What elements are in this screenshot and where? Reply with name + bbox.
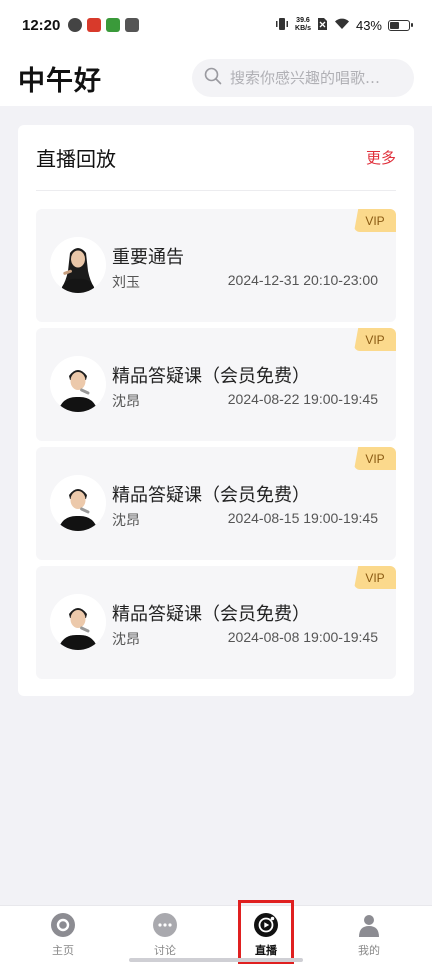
top-header: 中午好	[0, 50, 432, 106]
person-icon	[356, 912, 382, 938]
vibrate-icon	[275, 17, 289, 34]
vip-badge: VIP	[354, 447, 396, 470]
wifi-icon	[334, 17, 350, 33]
nav-label: 我的	[358, 944, 380, 957]
app-notification-icon	[87, 18, 102, 32]
highlight-box	[238, 900, 294, 964]
app-notification-icon	[106, 18, 121, 32]
section-title: 直播回放	[36, 147, 116, 171]
live-replay-card: 直播回放 更多 VIP 重要通告 刘玉 2024-12-31 20:10-23:…	[18, 125, 414, 696]
battery-percent: 43%	[355, 17, 382, 33]
replay-time: 2024-08-08 19:00-19:45	[227, 629, 378, 645]
replay-time: 2024-12-31 20:10-23:00	[227, 272, 378, 288]
replay-item[interactable]: VIP 精品答疑课（会员免费） 沈昂 2024-08-22 19:00-19:4…	[36, 328, 396, 441]
app-notification-icon	[68, 18, 83, 32]
app-notification-icon	[125, 18, 140, 32]
notification-icons	[68, 18, 140, 32]
nav-label: 主页	[52, 944, 74, 957]
network-speed-unit: KB/s	[295, 25, 311, 32]
nav-profile[interactable]: 我的	[339, 912, 399, 962]
bottom-nav: 主页 讨论 直播 我的	[0, 905, 432, 964]
vip-badge: VIP	[354, 566, 396, 589]
nav-label: 讨论	[154, 944, 176, 957]
replay-title: 精品答疑课（会员免费）	[112, 485, 310, 506]
network-speed: 39.6 KB/s	[295, 17, 311, 33]
host-name: 沈昂	[112, 513, 140, 529]
replay-time: 2024-08-15 19:00-19:45	[227, 510, 378, 526]
replay-item[interactable]: VIP 重要通告 刘玉 2024-12-31 20:10-23:00	[36, 209, 396, 322]
replay-title: 重要通告	[112, 247, 184, 268]
replay-item[interactable]: VIP 精品答疑课（会员免费） 沈昂 2024-08-08 19:00-19:4…	[36, 566, 396, 679]
host-name: 沈昂	[112, 394, 140, 410]
host-avatar	[50, 475, 106, 531]
replay-item[interactable]: VIP 精品答疑课（会员免费） 沈昂 2024-08-15 19:00-19:4…	[36, 447, 396, 560]
replay-title: 精品答疑课（会员免费）	[112, 604, 310, 625]
vip-badge: VIP	[354, 328, 396, 351]
section-header: 直播回放 更多	[36, 125, 396, 191]
status-bar: 12:20 39.6 KB/s 43%	[0, 0, 432, 50]
search-icon	[204, 67, 222, 89]
page-title: 中午好	[18, 65, 102, 97]
host-name: 刘玉	[112, 275, 140, 291]
status-time: 12:20	[22, 16, 61, 34]
search-bar[interactable]	[192, 59, 414, 97]
no-sim-icon	[317, 17, 328, 34]
replay-time: 2024-08-22 19:00-19:45	[227, 391, 378, 407]
chat-icon	[152, 912, 178, 938]
vip-badge: VIP	[354, 209, 396, 232]
host-avatar	[50, 356, 106, 412]
search-input[interactable]	[230, 69, 400, 87]
battery-icon	[388, 19, 413, 31]
replay-title: 精品答疑课（会员免费）	[112, 366, 310, 387]
host-name: 沈昂	[112, 632, 140, 648]
gesture-home-bar[interactable]	[129, 958, 303, 962]
host-avatar	[50, 237, 106, 293]
network-speed-value: 39.6	[296, 17, 310, 24]
host-avatar	[50, 594, 106, 650]
nav-home[interactable]: 主页	[33, 912, 93, 962]
nav-discuss[interactable]: 讨论	[135, 912, 195, 962]
more-link[interactable]: 更多	[366, 147, 396, 168]
home-icon	[50, 912, 76, 938]
